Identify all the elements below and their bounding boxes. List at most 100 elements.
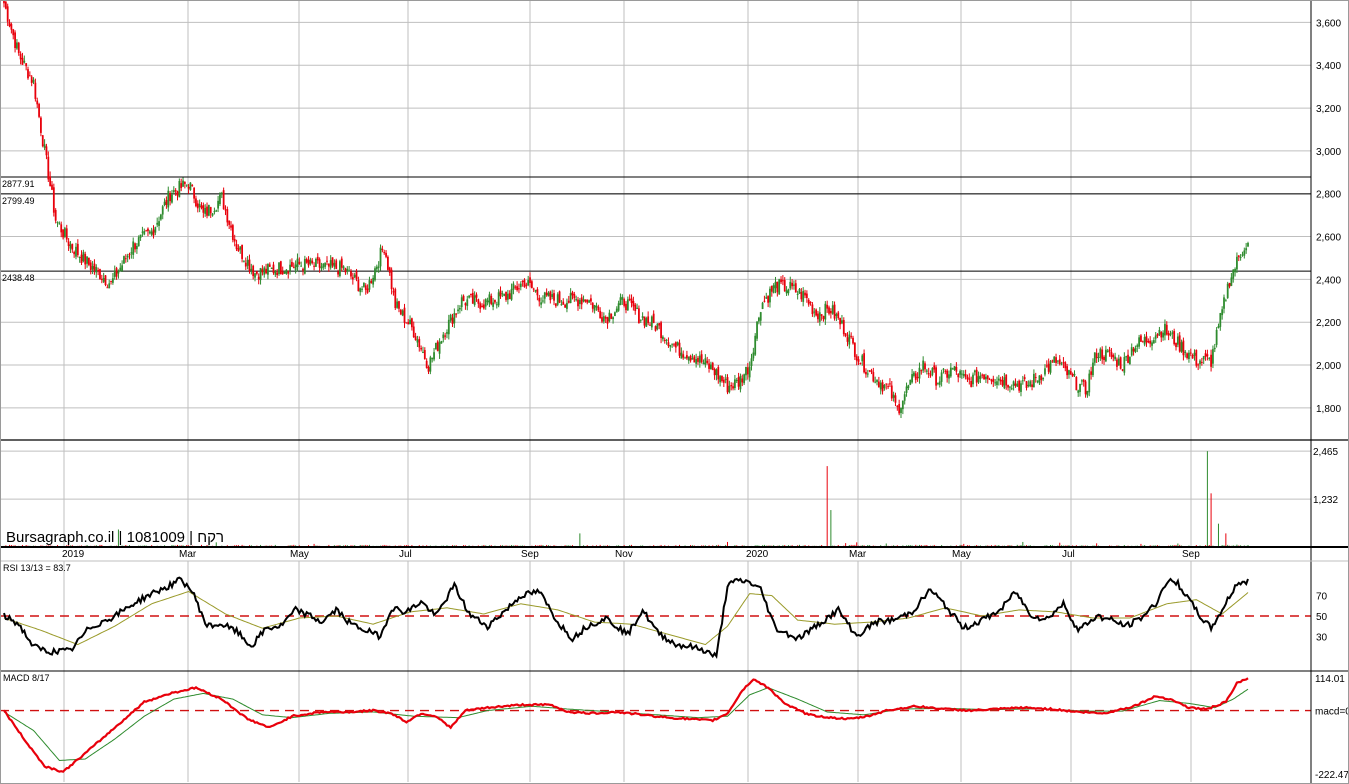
candle-body	[254, 273, 256, 278]
candle-body	[233, 238, 236, 242]
candle-body	[65, 228, 68, 240]
candle-body	[746, 367, 749, 375]
candle-body	[111, 278, 114, 283]
candle-body	[665, 339, 668, 341]
candle-body	[1066, 366, 1069, 376]
candle-body	[848, 334, 851, 345]
candle-body	[204, 207, 207, 214]
candle-body	[560, 304, 563, 306]
candle-body	[1032, 373, 1035, 388]
candle-body	[178, 181, 181, 198]
candle-body	[442, 334, 445, 339]
price-tick-label: 2,400	[1316, 275, 1341, 286]
candle-body	[56, 221, 59, 223]
candle-body	[1125, 356, 1128, 358]
candle-body	[750, 358, 753, 367]
candle-body	[837, 312, 840, 319]
candle-body	[438, 342, 441, 354]
candle-body	[763, 300, 766, 302]
candle-body	[388, 267, 391, 273]
candle-body	[1156, 334, 1159, 337]
candle-body	[372, 277, 375, 285]
candle-body	[1009, 386, 1011, 388]
candle-body	[566, 302, 568, 309]
candle-body	[1151, 342, 1153, 346]
candle-body	[527, 280, 530, 286]
candle-body	[449, 314, 452, 321]
month-label: Sep	[521, 549, 539, 560]
candle-body	[495, 304, 498, 306]
candle-body	[283, 271, 286, 274]
candle-body	[1145, 336, 1148, 343]
candle-body	[1025, 381, 1028, 388]
candle-body	[126, 255, 129, 258]
candle-body	[650, 316, 653, 328]
candle-body	[195, 198, 197, 207]
candle-body	[1040, 375, 1043, 381]
candle-body	[1080, 380, 1083, 382]
candle-body	[446, 332, 448, 334]
candle-body	[88, 257, 90, 265]
candle-body	[667, 342, 670, 346]
candle-body	[829, 311, 832, 314]
candle-body	[704, 358, 707, 365]
candle-body	[623, 299, 626, 306]
candle-body	[748, 366, 751, 378]
candle-body	[1023, 377, 1026, 380]
candle-body	[870, 370, 873, 372]
candle-body	[106, 287, 109, 289]
candle-body	[590, 298, 592, 302]
candle-body	[901, 400, 904, 410]
candle-body	[375, 266, 378, 270]
candle-body	[842, 320, 845, 335]
candle-body	[183, 182, 186, 184]
candle-body	[481, 305, 483, 308]
candle-body	[601, 317, 603, 322]
candle-body	[708, 363, 710, 369]
candle-body	[368, 280, 371, 290]
macd-tick-label: 114.01	[1315, 674, 1345, 685]
candle-body	[1130, 347, 1133, 356]
candle-body	[534, 290, 537, 292]
candle-body	[663, 339, 666, 341]
candle-body	[235, 244, 238, 250]
candle-body	[938, 381, 941, 385]
candle-body	[320, 266, 323, 269]
candle-body	[702, 362, 705, 365]
candle-body	[1018, 380, 1021, 391]
candle-body	[453, 313, 456, 324]
candle-body	[826, 304, 829, 309]
candle-body	[16, 42, 18, 49]
candle-body	[396, 301, 399, 308]
candle-body	[658, 323, 661, 326]
candle-body	[150, 231, 153, 235]
candle-body	[831, 305, 834, 314]
level-label: 2438.48	[2, 273, 35, 283]
candle-body	[1191, 355, 1194, 359]
candle-body	[549, 291, 552, 301]
candle-body	[1176, 336, 1179, 345]
candle-body	[23, 60, 26, 63]
candle-body	[584, 299, 587, 302]
candle-body	[12, 29, 15, 36]
candle-body	[1116, 359, 1118, 367]
candle-body	[47, 156, 50, 180]
candle-body	[19, 53, 22, 60]
candle-body	[1232, 269, 1235, 279]
candle-body	[1143, 337, 1146, 345]
candle-body	[791, 282, 794, 287]
candle-body	[447, 319, 450, 335]
candle-body	[49, 176, 52, 187]
candle-body	[691, 358, 694, 360]
candle-body	[91, 266, 94, 270]
month-label: Jul	[399, 549, 412, 560]
candle-body	[715, 369, 718, 376]
candle-body	[1106, 350, 1109, 353]
candle-body	[104, 275, 107, 285]
candle-body	[1055, 357, 1057, 363]
candle-body	[948, 374, 950, 379]
candle-body	[398, 301, 400, 309]
candle-body	[1064, 362, 1067, 369]
candle-body	[17, 42, 20, 54]
candle-body	[894, 395, 897, 403]
